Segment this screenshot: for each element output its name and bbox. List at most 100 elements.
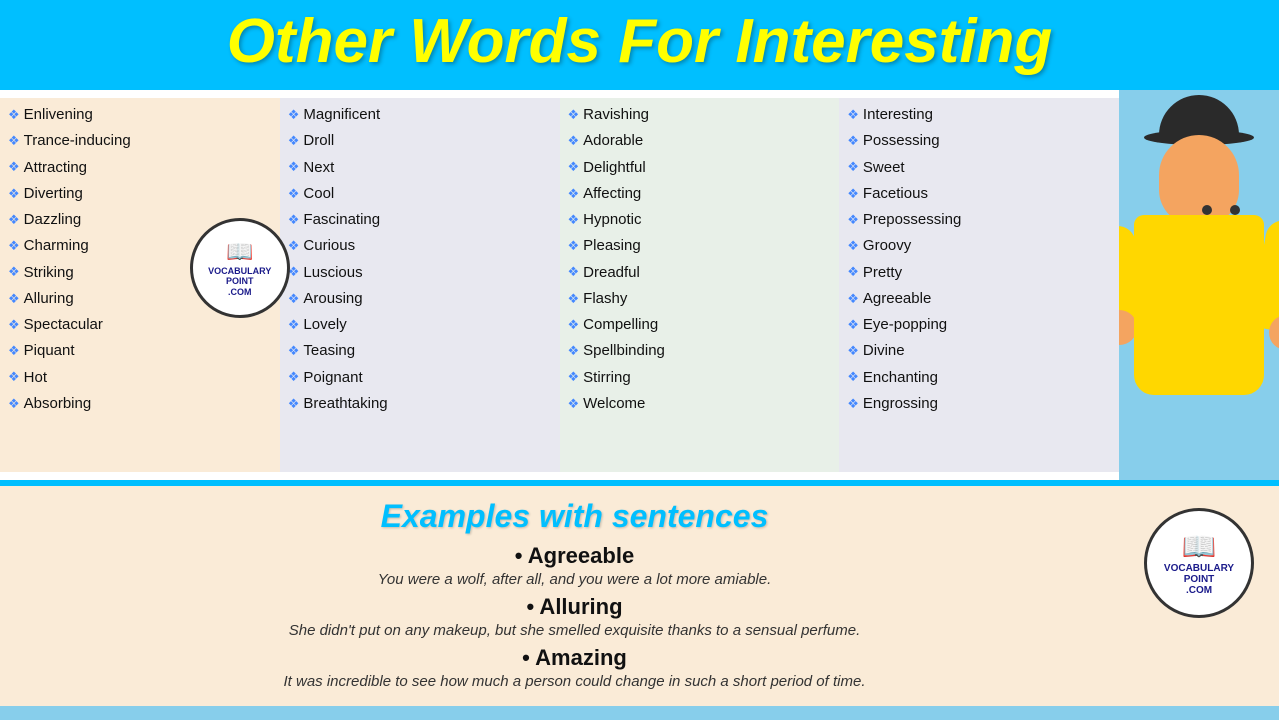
- list-item: ❖Possessing: [847, 128, 1111, 154]
- example-sentence: It was incredible to see how much a pers…: [40, 673, 1109, 690]
- list-item: ❖Lovely: [288, 312, 552, 338]
- page-header: Other Words For Interesting: [0, 0, 1279, 84]
- word-list-area: 📖 VOCABULARY POINT .COM ❖Enlivening❖Tran…: [0, 90, 1279, 480]
- column-2: ❖Magnificent❖Droll❖Next❖Cool❖Fascinating…: [280, 98, 560, 472]
- word-label: Pretty: [863, 260, 902, 286]
- person-image-area: [1119, 90, 1279, 480]
- examples-content: Examples with sentences • AgreeableYou w…: [20, 498, 1129, 694]
- diamond-icon: ❖: [288, 340, 300, 363]
- word-label: Possessing: [863, 128, 940, 154]
- word-label: Magnificent: [303, 102, 380, 128]
- word-label: Piquant: [24, 338, 75, 364]
- word-label: Trance-inducing: [24, 128, 131, 154]
- word-label: Sweet: [863, 155, 905, 181]
- list-item: ❖Adorable: [568, 128, 832, 154]
- head-illustration: [1159, 135, 1239, 225]
- diamond-icon: ❖: [568, 235, 580, 258]
- list-item: ❖Affecting: [568, 181, 832, 207]
- list-item: ❖Eye-popping: [847, 312, 1111, 338]
- word-label: Agreeable: [863, 286, 931, 312]
- list-item: ❖Divine: [847, 338, 1111, 364]
- word-label: Fascinating: [303, 207, 380, 233]
- logo-bottom-text1: VOCABULARY: [1164, 563, 1234, 574]
- diamond-icon: ❖: [8, 261, 20, 284]
- word-label: Next: [303, 155, 334, 181]
- list-item: ❖Attracting: [8, 155, 272, 181]
- diamond-icon: ❖: [847, 130, 859, 153]
- word-label: Interesting: [863, 102, 933, 128]
- word-label: Breathtaking: [303, 391, 387, 417]
- example-word: • Amazing: [40, 645, 1109, 671]
- word-label: Spectacular: [24, 312, 103, 338]
- list-item: ❖Breathtaking: [288, 391, 552, 417]
- list-item: ❖Flashy: [568, 286, 832, 312]
- diamond-icon: ❖: [288, 393, 300, 416]
- logo-book-icon: 📖: [226, 239, 253, 265]
- list-item: ❖Next: [288, 155, 552, 181]
- example-word: • Alluring: [40, 594, 1109, 620]
- diamond-icon: ❖: [288, 183, 300, 206]
- list-item: ❖Dreadful: [568, 260, 832, 286]
- diamond-icon: ❖: [847, 104, 859, 127]
- list-item: ❖Pretty: [847, 260, 1111, 286]
- diamond-icon: ❖: [847, 209, 859, 232]
- column-4: ❖Interesting❖Possessing❖Sweet❖Facetious❖…: [839, 98, 1119, 472]
- word-label: Eye-popping: [863, 312, 947, 338]
- word-label: Engrossing: [863, 391, 938, 417]
- word-label: Flashy: [583, 286, 627, 312]
- diamond-icon: ❖: [568, 209, 580, 232]
- column-3: ❖Ravishing❖Adorable❖Delightful❖Affecting…: [560, 98, 840, 472]
- list-item: ❖Absorbing: [8, 391, 272, 417]
- diamond-icon: ❖: [847, 156, 859, 179]
- list-item: ❖Hot: [8, 365, 272, 391]
- list-item: ❖Curious: [288, 233, 552, 259]
- word-label: Groovy: [863, 233, 911, 259]
- diamond-icon: ❖: [8, 288, 20, 311]
- page-title: Other Words For Interesting: [0, 8, 1279, 76]
- list-item: ❖Compelling: [568, 312, 832, 338]
- diamond-icon: ❖: [8, 235, 20, 258]
- word-label: Alluring: [24, 286, 74, 312]
- list-item: ❖Facetious: [847, 181, 1111, 207]
- diamond-icon: ❖: [288, 209, 300, 232]
- list-item: ❖Spellbinding: [568, 338, 832, 364]
- word-label: Teasing: [303, 338, 355, 364]
- diamond-icon: ❖: [8, 183, 20, 206]
- vocab-logo-bottom: 📖 VOCABULARY POINT .COM: [1144, 508, 1254, 618]
- word-label: Arousing: [303, 286, 362, 312]
- diamond-icon: ❖: [847, 288, 859, 311]
- example-sentence: She didn't put on any makeup, but she sm…: [40, 622, 1109, 639]
- list-item: ❖Delightful: [568, 155, 832, 181]
- diamond-icon: ❖: [847, 314, 859, 337]
- word-label: Welcome: [583, 391, 645, 417]
- word-label: Facetious: [863, 181, 928, 207]
- logo-bottom-text2: POINT: [1184, 574, 1215, 585]
- word-label: Attracting: [24, 155, 87, 181]
- list-item: ❖Luscious: [288, 260, 552, 286]
- word-label: Spellbinding: [583, 338, 665, 364]
- diamond-icon: ❖: [288, 288, 300, 311]
- diamond-icon: ❖: [847, 183, 859, 206]
- diamond-icon: ❖: [568, 183, 580, 206]
- word-label: Charming: [24, 233, 89, 259]
- examples-heading: Examples with sentences: [40, 498, 1109, 535]
- word-label: Dazzling: [24, 207, 82, 233]
- diamond-icon: ❖: [288, 314, 300, 337]
- word-label: Diverting: [24, 181, 83, 207]
- word-label: Curious: [303, 233, 355, 259]
- list-item: ❖Agreeable: [847, 286, 1111, 312]
- logo-bottom-icon: 📖: [1182, 530, 1217, 563]
- examples-logo-area: 📖 VOCABULARY POINT .COM: [1139, 498, 1259, 694]
- word-label: Enchanting: [863, 365, 938, 391]
- diamond-icon: ❖: [847, 366, 859, 389]
- diamond-icon: ❖: [288, 366, 300, 389]
- list-item: ❖Magnificent: [288, 102, 552, 128]
- diamond-icon: ❖: [8, 104, 20, 127]
- list-item: ❖Diverting: [8, 181, 272, 207]
- list-item: ❖Ravishing: [568, 102, 832, 128]
- diamond-icon: ❖: [568, 104, 580, 127]
- word-label: Striking: [24, 260, 74, 286]
- diamond-icon: ❖: [568, 156, 580, 179]
- example-sentence: You were a wolf, after all, and you were…: [40, 571, 1109, 588]
- logo-bottom-com: .COM: [1186, 585, 1212, 596]
